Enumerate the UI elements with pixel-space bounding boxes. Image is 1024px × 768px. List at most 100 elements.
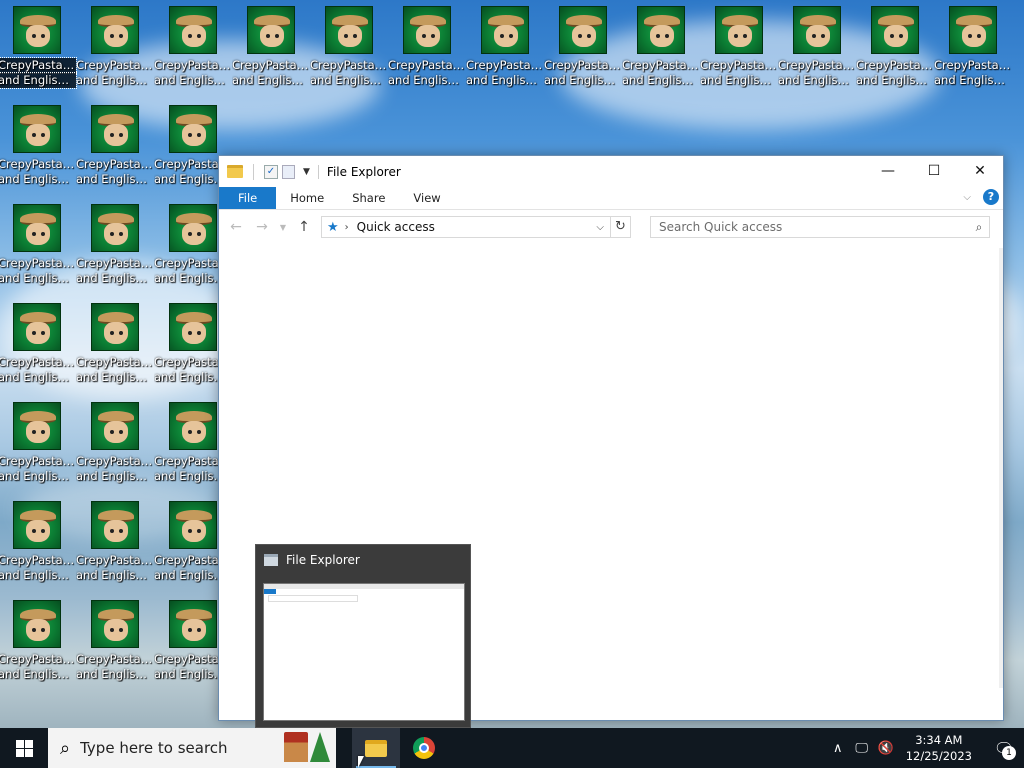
desktop-icon[interactable]: CrepyPasta(... and English ... — [310, 0, 388, 92]
desktop-icon-label: and English ... — [76, 271, 154, 285]
creepypasta-character-icon — [91, 600, 139, 648]
desktop-icon[interactable]: CrepyPasta(... and English ... — [154, 0, 232, 92]
desktop-icon-label: CrepyPasta(... — [0, 454, 76, 468]
desktop-icon[interactable]: CrepyPasta(... and English ... — [0, 495, 76, 587]
desktop-icon[interactable]: CrepyPasta(... and English ... — [934, 0, 1012, 92]
taskbar-chrome[interactable] — [400, 728, 448, 768]
window-controls: — ☐ ✕ — [865, 156, 1003, 186]
desktop-icon-label: CrepyPasta(... — [76, 553, 154, 567]
creepypasta-character-icon — [13, 402, 61, 450]
forward-arrow-icon[interactable]: → — [251, 216, 273, 238]
creepypasta-character-icon — [403, 6, 451, 54]
desktop-icon[interactable]: CrepyPasta(... and English ... — [466, 0, 544, 92]
desktop-icon[interactable]: CrepyPasta(... and English ... — [0, 99, 76, 191]
desktop-icon-label: and English ... — [0, 370, 76, 384]
desktop-icon[interactable]: CrepyPasta(... and English ... — [76, 396, 154, 488]
refresh-icon[interactable]: ↻ — [610, 217, 630, 237]
desktop-icon[interactable]: CrepyPasta(... and English ... — [76, 297, 154, 389]
back-arrow-icon[interactable]: ← — [225, 216, 247, 238]
desktop-icon-label: and English ... — [232, 73, 310, 87]
help-icon[interactable]: ? — [983, 189, 999, 205]
search-box[interactable]: Search Quick access ⌕ — [650, 216, 990, 238]
desktop-icon[interactable]: CrepyPasta(... and English ... — [76, 0, 154, 92]
desktop-icon[interactable]: CrepyPasta(... and English ... — [0, 396, 76, 488]
scrollbar[interactable] — [999, 248, 1003, 688]
up-arrow-icon[interactable]: ↑ — [293, 216, 315, 238]
thumbnail-addressbar — [268, 595, 358, 602]
address-path[interactable]: Quick access — [357, 220, 435, 234]
creepypasta-character-icon — [13, 501, 61, 549]
desktop-icon-label: CrepyPasta(... — [310, 58, 388, 72]
search-icon[interactable]: ⌕ — [969, 220, 989, 235]
creepypasta-character-icon — [169, 402, 217, 450]
desktop-icon[interactable]: CrepyPasta(... and English ... — [622, 0, 700, 92]
desktop-icon[interactable]: CrepyPasta(... and English ... — [0, 297, 76, 389]
desktop-icon[interactable]: CrepyPasta(... and English ... — [76, 99, 154, 191]
expand-ribbon-icon[interactable]: ⌵ — [963, 192, 971, 203]
taskbar-search-input[interactable]: Type here to search — [80, 739, 227, 757]
desktop-icon[interactable]: CrepyPasta(... and English ... — [76, 495, 154, 587]
desktop-icon-label: and English ... — [700, 73, 778, 87]
new-folder-icon[interactable] — [282, 164, 295, 179]
desktop-icon-label: CrepyPasta(... — [76, 256, 154, 270]
creepypasta-character-icon — [91, 204, 139, 252]
maximize-button[interactable]: ☐ — [911, 156, 957, 186]
search-input[interactable]: Search Quick access — [659, 220, 969, 234]
desktop-icon[interactable]: CrepyPasta(... and English ... — [0, 198, 76, 290]
tab-file[interactable]: File — [219, 187, 277, 209]
address-dropdown-icon[interactable]: ⌵ — [596, 222, 604, 233]
customize-toolbar-dropdown-icon[interactable]: ▼ — [303, 167, 310, 177]
desktop-icon-label: CrepyPasta(... — [778, 58, 856, 72]
preview-thumbnail[interactable] — [263, 583, 465, 721]
desktop-icon-label: and English ... — [934, 73, 1012, 87]
clock[interactable]: 3:34 AM 12/25/2023 — [898, 732, 984, 764]
creepypasta-character-icon — [169, 303, 217, 351]
minimize-button[interactable]: — — [865, 156, 911, 186]
windows-logo-icon — [15, 739, 33, 757]
desktop-icon-label: and English ... — [76, 73, 154, 87]
desktop-icon-label: and English ... — [76, 667, 154, 681]
tab-home[interactable]: Home — [276, 187, 338, 209]
taskbar-thumbnail-preview[interactable]: File Explorer — [255, 544, 471, 728]
tab-share[interactable]: Share — [338, 187, 399, 209]
desktop-icon-label: and English ... — [0, 271, 76, 285]
desktop-icon-label: CrepyPasta(... — [934, 58, 1012, 72]
christmas-tree-icon — [310, 732, 330, 762]
volume-muted-icon[interactable]: 🔇 — [874, 741, 898, 756]
desktop-icon-label: CrepyPasta(... — [76, 157, 154, 171]
show-hidden-icons-chevron-icon[interactable]: ∧ — [826, 741, 850, 756]
notification-badge: 1 — [1002, 746, 1016, 760]
tab-view[interactable]: View — [399, 187, 454, 209]
creepypasta-character-icon — [13, 303, 61, 351]
start-button[interactable] — [0, 728, 48, 768]
desktop-icon[interactable]: CrepyPasta(... and English ... — [76, 594, 154, 686]
desktop-icon[interactable]: CrepyPasta(... and English ... — [76, 198, 154, 290]
creepypasta-character-icon — [715, 6, 763, 54]
creepypasta-character-icon — [169, 204, 217, 252]
properties-icon[interactable]: ✓ — [264, 164, 278, 179]
chrome-icon — [413, 737, 435, 759]
address-bar[interactable]: ★ › Quick access ⌵ ↻ — [321, 216, 631, 238]
desktop-icon[interactable]: CrepyPasta(... and English ... — [232, 0, 310, 92]
title-bar[interactable]: ✓ ▼ File Explorer — ☐ ✕ — [219, 156, 1003, 187]
desktop-icon-label: and English ... — [466, 73, 544, 87]
desktop-icon[interactable]: CrepyPasta(... and English ... — [544, 0, 622, 92]
desktop-icon[interactable]: CrepyPasta(... and English ... — [778, 0, 856, 92]
desktop-icon[interactable]: CrepyPasta(... and English ... — [0, 594, 76, 686]
desktop-icon[interactable]: CrepyPasta(... and English ... — [856, 0, 934, 92]
desktop-icon-label: and English ... — [0, 72, 77, 89]
preview-header: File Explorer — [256, 545, 470, 575]
preview-title: File Explorer — [286, 553, 360, 567]
search-highlight-image[interactable] — [284, 732, 330, 762]
close-button[interactable]: ✕ — [957, 156, 1003, 186]
desktop-icon-label: and English ... — [76, 370, 154, 384]
network-icon[interactable]: 🖵 — [850, 741, 874, 756]
desktop-icon-label: CrepyPasta(... — [0, 157, 76, 171]
desktop-icon[interactable]: CrepyPasta(... and English ... — [700, 0, 778, 92]
breadcrumb-chevron-icon[interactable]: › — [345, 222, 349, 233]
desktop-icon[interactable]: CrepyPasta(... and English ... — [388, 0, 466, 92]
desktop-icon[interactable]: CrepyPasta(... and English ... — [0, 0, 77, 92]
recent-locations-dropdown-icon[interactable]: ▼ — [277, 216, 289, 238]
action-center-button[interactable]: 🗨 1 — [984, 728, 1024, 768]
taskbar-search[interactable]: ⌕ Type here to search — [48, 728, 336, 768]
